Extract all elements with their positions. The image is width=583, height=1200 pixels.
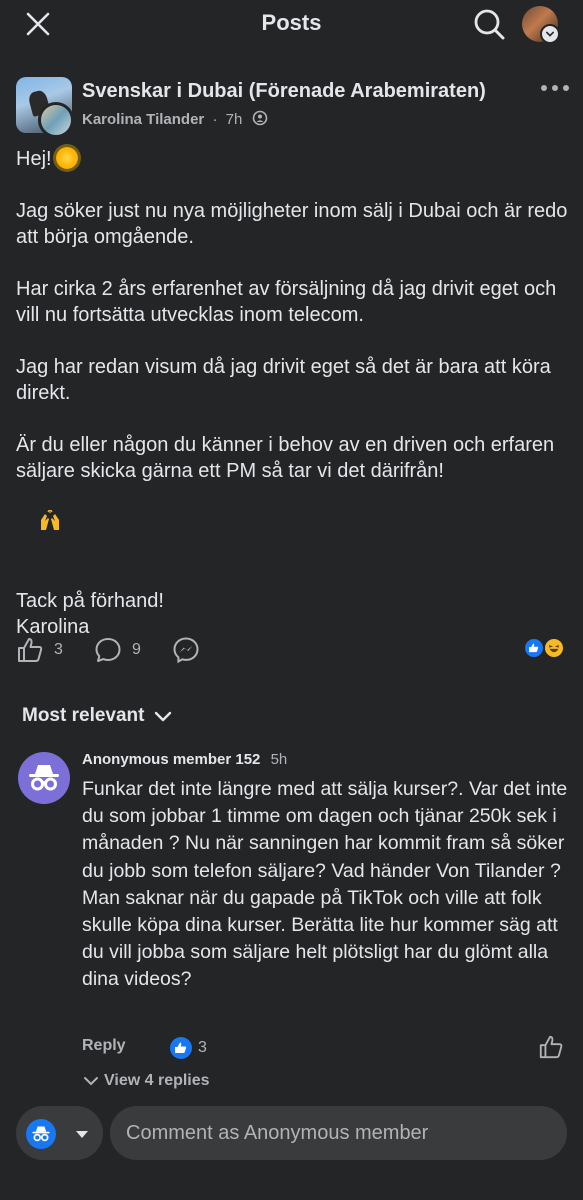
post-time[interactable]: 7h [226,111,243,128]
sort-label: Most relevant [22,705,145,726]
post-body: Hej! Jag söker just nu nya möjligheter i… [16,146,576,666]
author-name[interactable]: Karolina Tilander [82,111,204,128]
post-paragraph: Jag har redan visum då jag drivit eget s… [16,356,557,404]
reply-button[interactable]: Reply [82,1037,126,1055]
author-avatar[interactable] [38,102,74,138]
post-paragraph: Hej! [16,146,576,172]
view-replies-link[interactable]: View 4 replies [82,1072,210,1090]
caret-down-icon [76,1131,88,1138]
view-replies-label: View 4 replies [104,1072,210,1089]
sun-icon [55,147,78,169]
top-bar: Posts [0,0,583,48]
thumbs-up-icon[interactable] [538,1034,564,1060]
anonymous-avatar [26,1119,56,1149]
thumbs-up-icon [18,638,43,662]
comment-input[interactable]: Comment as Anonymous member [110,1106,567,1160]
more-options-icon[interactable] [540,80,570,96]
chevron-down-icon [155,711,172,722]
comment-icon [95,638,121,662]
like-reaction-icon[interactable] [523,637,545,659]
comment-text: Funkar det inte längre med att sälja kur… [82,778,568,991]
messenger-icon [173,637,199,664]
comment-header: Anonymous member 152 5h [82,751,287,768]
like-button[interactable]: 3 [16,630,63,670]
haha-reaction-icon[interactable] [543,637,565,659]
meta-separator: · [212,111,218,128]
post-paragraph: Jag söker just nu nya möjligheter inom s… [16,200,573,248]
chevron-down-icon[interactable] [540,24,560,44]
commenter-name[interactable]: Anonymous member 152 [82,751,260,768]
post-paragraph: Är du eller någon du känner i behov av e… [16,432,576,562]
members-icon [253,110,268,126]
search-icon[interactable] [470,6,508,44]
post-paragraph: Har cirka 2 års erfarenhet av försäljnin… [16,278,562,326]
comment-time: 5h [270,751,288,768]
anonymous-avatar[interactable] [18,752,70,804]
incognito-icon [32,1126,50,1142]
raised-hands-icon [41,510,60,530]
chevron-down-icon [84,1077,98,1086]
messenger-share-button[interactable] [172,630,200,670]
post-actions: 3 9 [0,630,583,670]
comment-sort-dropdown[interactable]: Most relevant [22,705,174,727]
comment-like-count: 3 [198,1039,207,1056]
comment-placeholder: Comment as Anonymous member [126,1121,429,1144]
group-name[interactable]: Svenskar i Dubai (Förenade Arabemiraten) [82,80,486,103]
comment-count: 9 [132,641,141,658]
like-count: 3 [54,641,63,658]
comment-button[interactable]: 9 [94,630,141,670]
post-meta: Karolina Tilander · 7h [82,110,268,128]
like-reaction-icon[interactable] [170,1037,192,1059]
incognito-icon [29,765,59,791]
